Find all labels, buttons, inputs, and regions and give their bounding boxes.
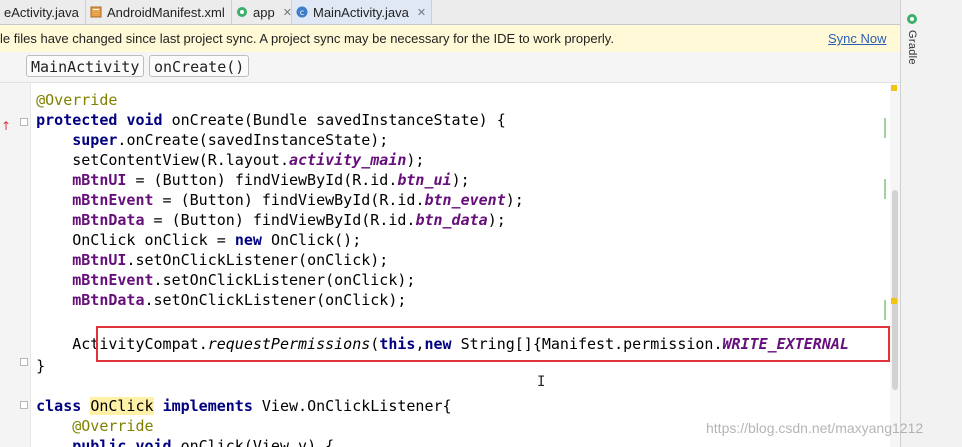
tab-mainactivity[interactable]: c MainActivity.java ✕ — [292, 0, 432, 24]
gradle-panel-button[interactable]: Gradle — [906, 30, 918, 65]
scrollbar-thumb[interactable] — [892, 190, 898, 390]
code-line: protected void onCreate(Bundle savedInst… — [36, 111, 506, 129]
sync-notification-bar: le files have changed since last project… — [0, 25, 900, 53]
tab-androidmanifest[interactable]: AndroidManifest.xml ✕ — [86, 0, 232, 24]
tab-label: eActivity.java — [4, 4, 79, 20]
watermark: https://blog.csdn.net/maxyang1212 — [706, 420, 924, 436]
code-line: class OnClick implements View.OnClickLis… — [36, 397, 452, 415]
manifest-icon — [90, 6, 102, 18]
code-line: setContentView(R.layout.activity_main); — [72, 151, 425, 169]
code-line: mBtnEvent.setOnClickListener(onClick); — [72, 271, 416, 289]
code-line: mBtnData = (Button) findViewById(R.id.bt… — [72, 211, 506, 229]
tab-label: app — [253, 4, 275, 20]
warning-marker[interactable] — [891, 85, 897, 91]
change-marker — [884, 118, 886, 138]
tab-eactivity[interactable]: eActivity.java ✕ — [0, 0, 86, 24]
code-line: mBtnData.setOnClickListener(onClick); — [72, 291, 407, 309]
code-line: mBtnEvent = (Button) findViewById(R.id.b… — [72, 191, 524, 209]
code-line: @Override — [0, 91, 118, 109]
tab-label: AndroidManifest.xml — [107, 4, 225, 20]
warning-marker[interactable] — [891, 298, 897, 304]
gradle-icon[interactable] — [906, 10, 918, 24]
code-line: @Override — [72, 417, 154, 435]
svg-text:c: c — [300, 8, 304, 17]
java-class-icon: c — [296, 6, 308, 18]
code-line: public void onClick(View v) { — [72, 437, 335, 447]
breadcrumb: MainActivity onCreate() — [0, 52, 900, 83]
code-line: mBtnUI.setOnClickListener(onClick); — [72, 251, 389, 269]
change-marker — [884, 179, 886, 199]
text-cursor-icon: I — [537, 374, 546, 390]
sync-now-link[interactable]: Sync Now — [828, 31, 887, 46]
highlight-box — [96, 326, 890, 362]
tab-app[interactable]: app ✕ — [232, 0, 292, 24]
code-line: mBtnUI = (Button) findViewById(R.id.btn_… — [72, 171, 470, 189]
code-editor[interactable]: @Override protected void onCreate(Bundle… — [0, 83, 890, 447]
code-line: super.onCreate(savedInstanceState); — [72, 131, 389, 149]
tab-label: MainActivity.java — [313, 4, 409, 20]
sync-notification-text: le files have changed since last project… — [0, 31, 614, 46]
gradle-icon — [236, 6, 248, 18]
close-icon[interactable]: ✕ — [417, 6, 426, 19]
change-marker — [884, 300, 886, 320]
editor-tab-bar: eActivity.java ✕ AndroidManifest.xml ✕ a… — [0, 0, 900, 25]
code-line: OnClick onClick = new OnClick(); — [72, 231, 362, 249]
close-icon[interactable]: ✕ — [283, 6, 291, 19]
breadcrumb-method[interactable]: onCreate() — [149, 55, 250, 77]
right-tool-strip — [900, 0, 962, 447]
breadcrumb-class[interactable]: MainActivity — [26, 55, 145, 77]
code-line: } — [0, 357, 46, 375]
